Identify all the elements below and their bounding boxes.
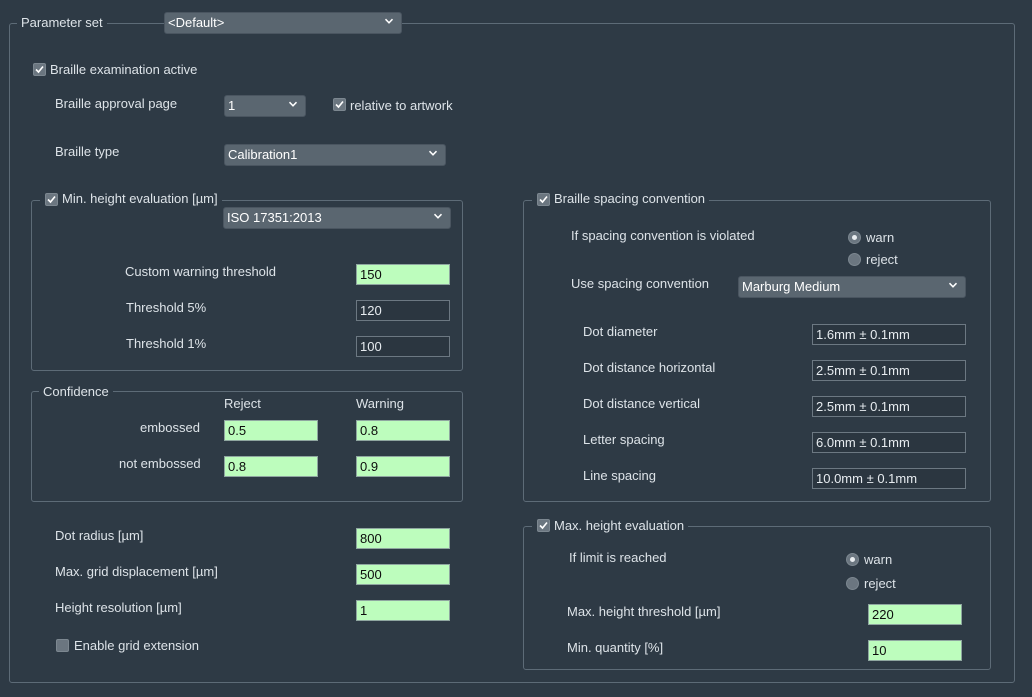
parameter-set-value: <Default> xyxy=(168,15,225,30)
max-height-threshold-label: Max. height threshold [µm] xyxy=(567,604,721,619)
dot-distance-v-input[interactable]: 2.5mm ± 0.1mm xyxy=(812,396,966,417)
chevron-down-icon xyxy=(288,101,298,107)
max-height-checkbox[interactable] xyxy=(537,519,550,532)
grid-extension-label: Enable grid extension xyxy=(74,638,200,653)
spacing-checkbox[interactable] xyxy=(537,193,550,206)
check-icon xyxy=(335,100,344,109)
not-embossed-label: not embossed xyxy=(119,456,201,471)
embossed-label: embossed xyxy=(140,420,200,435)
limit-warn-radio[interactable] xyxy=(846,553,859,566)
grid-displacement-label: Max. grid displacement [µm] xyxy=(55,564,218,579)
min-quantity-input[interactable]: 10 xyxy=(868,640,962,661)
warning-column-header: Warning xyxy=(356,396,404,411)
relative-artwork-label: relative to artwork xyxy=(350,98,453,113)
not-embossed-warning-input[interactable]: 0.9 xyxy=(356,456,450,477)
grid-displacement-input[interactable]: 500 xyxy=(356,564,450,585)
embossed-reject-input[interactable]: 0.5 xyxy=(224,420,318,441)
check-icon xyxy=(35,65,44,74)
dot-diameter-label: Dot diameter xyxy=(583,324,658,339)
chevron-down-icon xyxy=(428,150,438,156)
approval-page-label: Braille approval page xyxy=(55,96,178,111)
threshold5-input[interactable]: 120 xyxy=(356,300,450,321)
parameter-set-dropdown[interactable]: <Default> xyxy=(164,12,402,34)
check-icon xyxy=(47,195,56,204)
spacing-warn-label: warn xyxy=(866,230,895,245)
custom-warning-input[interactable]: 150 xyxy=(356,264,450,285)
chevron-down-icon xyxy=(948,282,958,288)
chevron-down-icon xyxy=(433,213,443,219)
grid-extension-checkbox[interactable] xyxy=(56,639,69,652)
embossed-warning-input[interactable]: 0.8 xyxy=(356,420,450,441)
spacing-group xyxy=(523,200,991,502)
threshold1-label: Threshold 1% xyxy=(126,336,207,351)
threshold5-label: Threshold 5% xyxy=(126,300,207,315)
dot-radius-label: Dot radius [µm] xyxy=(55,528,144,543)
spacing-violated-label: If spacing convention is violated xyxy=(571,228,755,243)
min-height-standard-dropdown[interactable]: ISO 17351:2013 xyxy=(223,207,451,229)
dot-radius-input[interactable]: 800 xyxy=(356,528,450,549)
use-spacing-value: Marburg Medium xyxy=(742,279,841,294)
spacing-title: Braille spacing convention xyxy=(554,191,706,206)
spacing-warn-radio[interactable] xyxy=(848,231,861,244)
min-height-checkbox[interactable] xyxy=(45,193,58,206)
max-height-title: Max. height evaluation xyxy=(554,518,685,533)
min-quantity-label: Min. quantity [%] xyxy=(567,640,664,655)
reject-column-header: Reject xyxy=(224,396,261,411)
letter-spacing-input[interactable]: 6.0mm ± 0.1mm xyxy=(812,432,966,453)
height-resolution-label: Height resolution [µm] xyxy=(55,600,182,615)
custom-warning-label: Custom warning threshold xyxy=(125,264,277,279)
check-icon xyxy=(539,521,548,530)
limit-reject-radio[interactable] xyxy=(846,577,859,590)
approval-page-value: 1 xyxy=(228,98,236,113)
spacing-legend: Braille spacing convention xyxy=(532,191,710,206)
min-height-legend: Min. height evaluation [µm] xyxy=(40,191,222,206)
height-resolution-input[interactable]: 1 xyxy=(356,600,450,621)
braille-type-value: Calibration1 xyxy=(228,147,298,162)
limit-reject-label: reject xyxy=(864,576,896,591)
threshold1-input[interactable]: 100 xyxy=(356,336,450,357)
use-spacing-label: Use spacing convention xyxy=(571,276,710,291)
braille-type-dropdown[interactable]: Calibration1 xyxy=(224,144,446,166)
braille-type-label: Braille type xyxy=(55,144,120,159)
parameter-set-label: Parameter set xyxy=(17,15,107,30)
not-embossed-reject-input[interactable]: 0.8 xyxy=(224,456,318,477)
max-height-threshold-input[interactable]: 220 xyxy=(868,604,962,625)
use-spacing-dropdown[interactable]: Marburg Medium xyxy=(738,276,966,298)
limit-reached-label: If limit is reached xyxy=(569,550,667,565)
max-height-legend: Max. height evaluation xyxy=(532,518,689,533)
dot-diameter-input[interactable]: 1.6mm ± 0.1mm xyxy=(812,324,966,345)
braille-active-label: Braille examination active xyxy=(50,62,198,77)
relative-artwork-checkbox[interactable] xyxy=(333,98,346,111)
spacing-reject-label: reject xyxy=(866,252,898,267)
min-height-title: Min. height evaluation [µm] xyxy=(62,191,218,206)
dot-distance-h-label: Dot distance horizontal xyxy=(583,360,716,375)
limit-warn-label: warn xyxy=(864,552,893,567)
confidence-title: Confidence xyxy=(39,384,113,399)
line-spacing-label: Line spacing xyxy=(583,468,656,483)
line-spacing-input[interactable]: 10.0mm ± 0.1mm xyxy=(812,468,966,489)
check-icon xyxy=(539,195,548,204)
chevron-down-icon xyxy=(384,18,394,24)
letter-spacing-label: Letter spacing xyxy=(583,432,665,447)
dot-distance-h-input[interactable]: 2.5mm ± 0.1mm xyxy=(812,360,966,381)
approval-page-dropdown[interactable]: 1 xyxy=(224,95,306,117)
braille-active-checkbox[interactable] xyxy=(33,63,46,76)
min-height-standard-value: ISO 17351:2013 xyxy=(227,210,322,225)
dot-distance-v-label: Dot distance vertical xyxy=(583,396,701,411)
spacing-reject-radio[interactable] xyxy=(848,253,861,266)
